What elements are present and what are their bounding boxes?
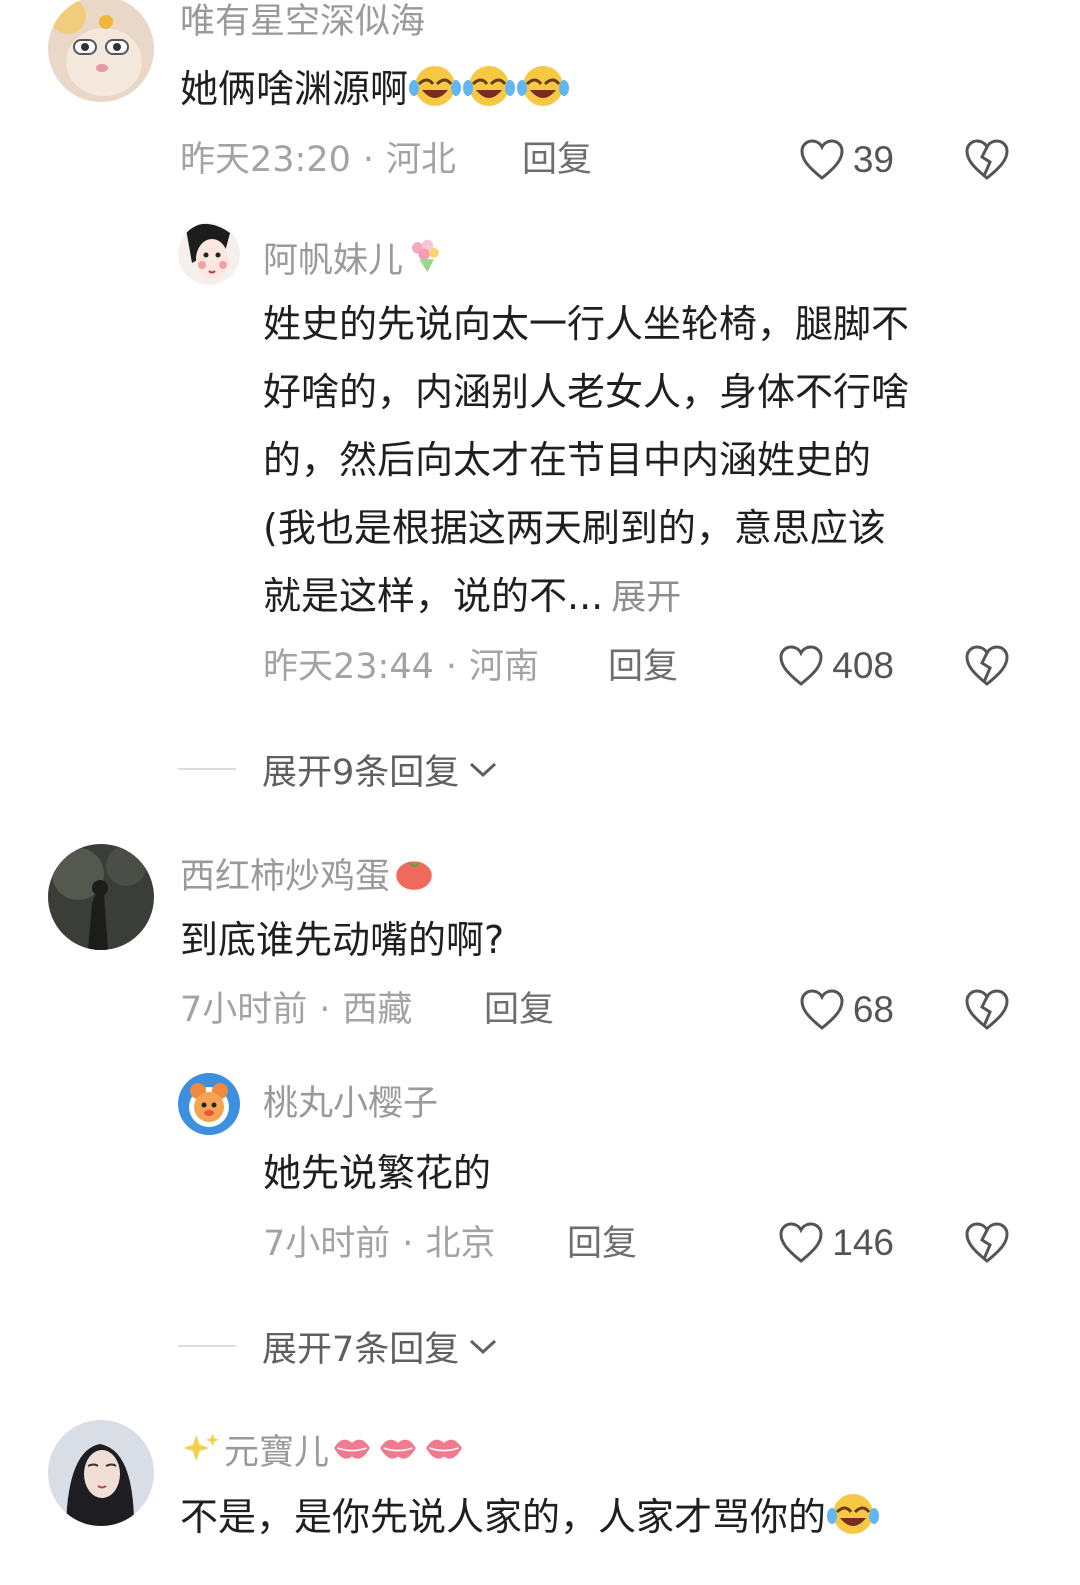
location: 河南 [469, 647, 540, 687]
text-line: (我也是根据这两天刷到的，意思应该 [263, 506, 886, 550]
location: 河北 [386, 140, 457, 180]
separator-dot: · [362, 140, 375, 180]
separator-dot: · [445, 647, 458, 687]
divider [178, 1345, 236, 1347]
avatar[interactable] [178, 1073, 240, 1135]
reply-text: 她先说繁花的 [263, 1139, 491, 1207]
separator-dot: · [319, 990, 331, 1030]
username-label[interactable]: 桃丸小樱子 [263, 1084, 438, 1124]
expand-replies-button[interactable]: 展开9条回复 [178, 745, 499, 793]
reply-text: 姓史的先说向太一行人坐轮椅，腿脚不 好啥的，内涵别人老女人，身体不行啥 的，然后… [263, 290, 909, 630]
reply-button[interactable]: 回复 [522, 138, 592, 182]
reply-meta: 7小时前 · 北京 [263, 1222, 495, 1266]
text-line: 就是这样，说的不... 展开 [263, 562, 909, 630]
bouquet-emoji [411, 239, 439, 273]
reply-button[interactable]: 回复 [484, 988, 554, 1032]
location: 北京 [425, 1224, 496, 1264]
tomato-emoji [396, 861, 432, 890]
crying-laugh-emoji [409, 66, 462, 106]
comment-meta: 7小时前 · 西藏 [180, 988, 412, 1032]
timestamp: 昨天23:20 [180, 140, 351, 180]
comment-text: 不是，是你先说人家的，人家才骂你的 [180, 1483, 880, 1551]
expand-replies-label[interactable]: 展开7条回复 [262, 1321, 459, 1372]
username[interactable]: 阿帆妹儿 [263, 234, 447, 283]
like-count: 408 [832, 645, 894, 686]
like-button[interactable]: 68 [799, 986, 894, 1034]
comment-body: 不是，是你先说人家的，人家才骂你的 [180, 1495, 827, 1539]
comment-meta: 昨天23:20 · 河北 [180, 138, 456, 182]
avatar[interactable] [48, 1420, 154, 1526]
timestamp: 昨天23:44 [263, 647, 434, 687]
kiss-mark-emoji [380, 1439, 416, 1459]
expand-replies-label[interactable]: 展开9条回复 [262, 744, 459, 795]
separator-dot: · [402, 1224, 414, 1264]
username-label[interactable]: 阿帆妹儿 [263, 241, 403, 281]
reply-button[interactable]: 回复 [608, 645, 678, 689]
broken-heart-icon[interactable] [964, 138, 1010, 182]
reply-meta: 昨天23:44 · 河南 [263, 645, 539, 689]
username[interactable]: 唯有星空深似海 [180, 0, 425, 44]
avatar[interactable] [48, 0, 154, 102]
username-label[interactable]: 西红柿炒鸡蛋 [180, 857, 390, 897]
comment-text: 她俩啥渊源啊 [180, 55, 570, 123]
crying-laugh-emoji [517, 66, 570, 106]
like-count: 39 [852, 139, 894, 180]
divider [178, 768, 236, 770]
reply-body: 她先说繁花的 [263, 1151, 492, 1195]
broken-heart-icon[interactable] [964, 988, 1010, 1032]
comment-text: 到底谁先动嘴的啊? [180, 906, 504, 974]
expand-text-link[interactable]: 展开 [611, 578, 681, 618]
avatar[interactable] [178, 223, 240, 285]
reply-button[interactable]: 回复 [567, 1222, 637, 1266]
like-button[interactable]: 146 [778, 1219, 894, 1267]
expand-replies-button[interactable]: 展开7条回复 [178, 1322, 499, 1370]
text-line-content: 就是这样，说的不... [263, 574, 604, 618]
timestamp: 7小时前 [263, 1224, 391, 1264]
sparkles-emoji [183, 1433, 220, 1462]
username-label[interactable]: 元寶儿 [224, 1433, 329, 1473]
comment-body: 到底谁先动嘴的啊? [180, 918, 505, 962]
heart-icon[interactable] [778, 644, 824, 688]
crying-laugh-emoji [463, 66, 516, 106]
text-line: 的，然后向太才在节目中内涵姓史的 [263, 438, 872, 482]
avatar[interactable] [48, 844, 154, 950]
chevron-down-icon[interactable] [467, 758, 499, 780]
kiss-mark-emoji [334, 1439, 370, 1459]
username[interactable]: 桃丸小樱子 [263, 1082, 438, 1126]
text-line: 姓史的先说向太一行人坐轮椅，腿脚不 [263, 302, 910, 346]
username-label[interactable]: 唯有星空深似海 [180, 2, 425, 42]
location: 西藏 [342, 990, 413, 1030]
heart-icon[interactable] [799, 138, 845, 182]
text-line: 好啥的，内涵别人老女人，身体不行啥 [263, 370, 910, 414]
username[interactable]: 元寶儿 [180, 1426, 467, 1475]
broken-heart-icon[interactable] [964, 1221, 1010, 1265]
chevron-down-icon[interactable] [467, 1335, 499, 1357]
like-count: 68 [852, 989, 894, 1030]
heart-icon[interactable] [799, 988, 845, 1032]
username[interactable]: 西红柿炒鸡蛋 [180, 850, 438, 899]
like-count: 146 [832, 1222, 894, 1263]
like-button[interactable]: 408 [778, 642, 894, 690]
comment-body: 她俩啥渊源啊 [180, 67, 409, 111]
broken-heart-icon[interactable] [964, 644, 1010, 688]
heart-icon[interactable] [778, 1221, 824, 1265]
like-button[interactable]: 39 [799, 136, 894, 184]
comment-thread: 唯有星空深似海 她俩啥渊源啊 昨天23:20 · 河北 回复 39 阿帆妹儿 姓… [0, 0, 1080, 1585]
crying-laugh-emoji [827, 1494, 880, 1534]
timestamp: 7小时前 [180, 990, 308, 1030]
kiss-mark-emoji [426, 1439, 462, 1459]
